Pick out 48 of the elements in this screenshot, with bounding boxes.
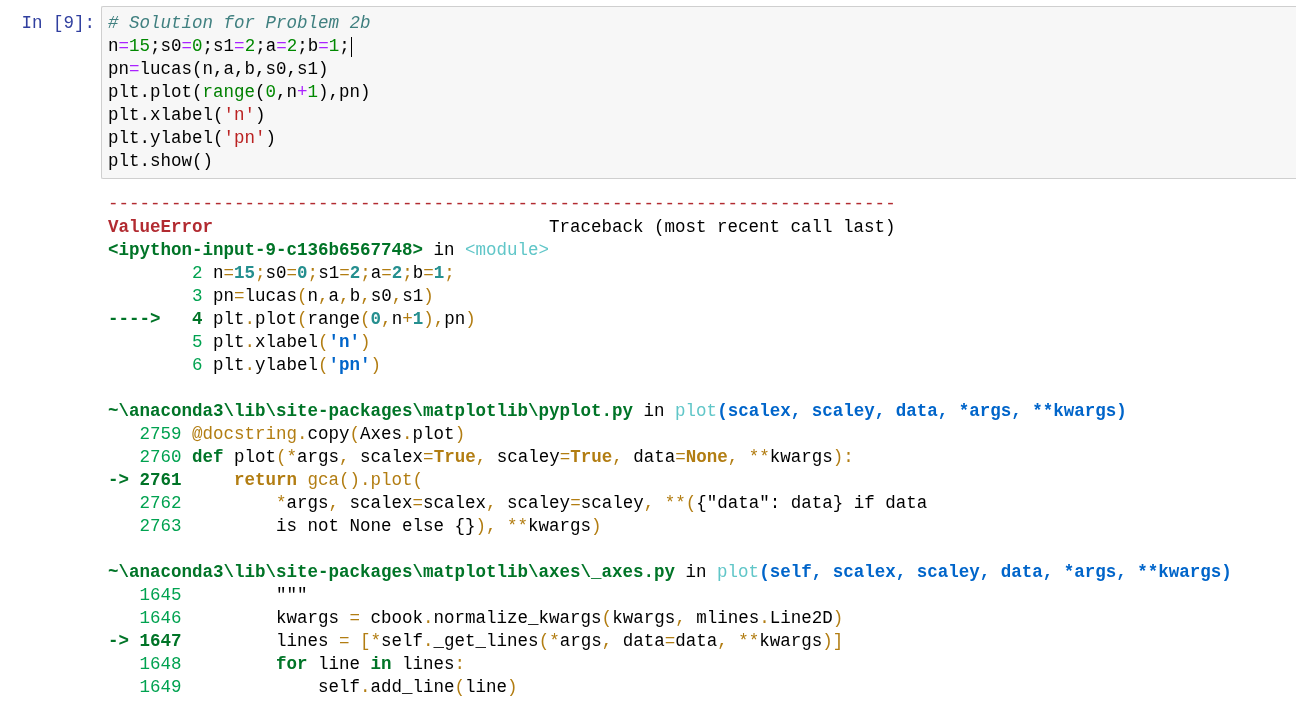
- frame-header: <ipython-input-9-c136b6567748> in <module>: [108, 239, 550, 262]
- input-prompt: In [9]:: [21, 12, 95, 35]
- code-line: for line in lines:: [275, 653, 466, 676]
- line-number: 1646: [139, 607, 182, 630]
- line-number: 2763: [139, 515, 182, 538]
- code-line: lines = [*self._get_lines(*args, data=data, **kwargs)]: [275, 630, 844, 653]
- code-line: # Solution for Problem 2b: [108, 12, 371, 35]
- code-line: plt.plot(range(0,n+1),pn): [108, 81, 371, 104]
- current-line-arrow: ->: [108, 470, 129, 490]
- line-number: 2759: [139, 423, 182, 446]
- line-number: 5: [191, 331, 203, 354]
- line-number: 1647: [139, 630, 182, 653]
- code-line: is not None else {}), **kwargs): [275, 515, 602, 538]
- current-line-arrow: ---->: [108, 309, 161, 329]
- line-number: 3: [191, 285, 203, 308]
- code-line: plt.ylabel('pn'): [108, 127, 277, 150]
- code-editor[interactable]: # Solution for Problem 2b n=15;s0=0;s1=2;a=2;b=1; pn=lucas(n,a,b,s0,s1) plt.plot(range(0,n+1),pn) plt.xlabel('n') plt.ylabel('pn') plt.show(): [101, 6, 1296, 179]
- line-number: 1648: [139, 653, 182, 676]
- error-name: ValueError: [108, 216, 214, 239]
- current-line-arrow: ->: [108, 631, 129, 651]
- line-number: 2761: [139, 469, 182, 492]
- code-line: def plot(*args, scalex=True, scaley=True, data=None, **kwargs):: [192, 446, 854, 469]
- code-line: pn=lucas(n,a,b,s0,s1): [108, 58, 329, 81]
- code-line: n=15;s0=0;s1=2;a=2;b=1;: [213, 262, 455, 285]
- traceback-note: Traceback (most recent call last): [549, 216, 896, 239]
- code-line: return gca().plot(: [233, 469, 424, 492]
- code-line: self.add_line(line): [317, 676, 518, 699]
- code-line: n=15;s0=0;s1=2;a=2;b=1;: [108, 35, 350, 58]
- code-line: """: [275, 584, 308, 607]
- line-number: 2: [191, 262, 203, 285]
- code-line: plt.show(): [108, 150, 214, 173]
- line-number: 1645: [139, 584, 182, 607]
- code-line: plt.xlabel('n'): [108, 104, 266, 127]
- line-number: 2762: [139, 492, 182, 515]
- frame-header: ~\anaconda3\lib\site-packages\matplotlib\pyplot.py in plot(scalex, scaley, data, *args, **kwargs): [108, 400, 1127, 423]
- frame-header: ~\anaconda3\lib\site-packages\matplotlib\axes\_axes.py in plot(self, scalex, scaley, data, *args, **kwargs): [108, 561, 1232, 584]
- code-line: @docstring.copy(Axes.plot): [192, 423, 466, 446]
- line-number: 6: [191, 354, 203, 377]
- traceback-separator: ---------------------------------------------------------------------------: [108, 193, 896, 216]
- code-line: plt.plot(range(0,n+1),pn): [213, 308, 476, 331]
- line-number: 2760: [139, 446, 182, 469]
- code-line: pn=lucas(n,a,b,s0,s1): [213, 285, 434, 308]
- line-number: 1649: [139, 676, 182, 699]
- code-line: plt.xlabel('n'): [213, 331, 371, 354]
- code-line: plt.ylabel('pn'): [213, 354, 382, 377]
- line-number: 4: [191, 308, 203, 331]
- code-line: *args, scalex=scalex, scaley=scaley, **({"data": data} if data: [275, 492, 928, 515]
- code-line: kwargs = cbook.normalize_kwargs(kwargs, mlines.Line2D): [275, 607, 844, 630]
